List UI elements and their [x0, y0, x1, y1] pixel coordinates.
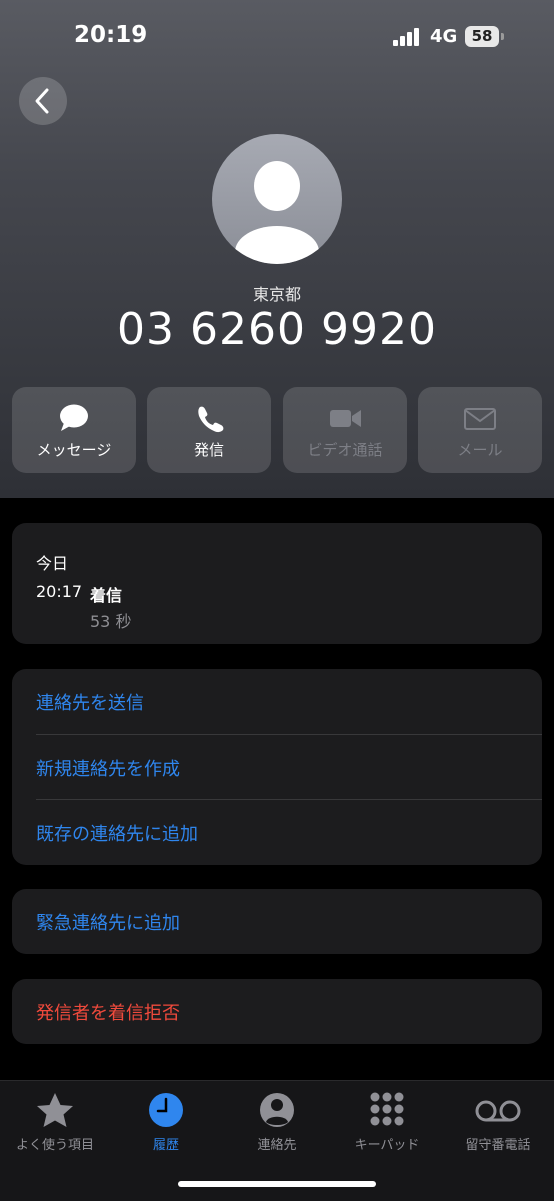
- tab-recents-label: 履歴: [152, 1138, 179, 1153]
- contact-options-card: 連絡先を送信 新規連絡先を作成 既存の連絡先に追加: [12, 669, 542, 865]
- home-indicator: [178, 1181, 376, 1187]
- caller-number: 03 6260 9920: [117, 304, 437, 355]
- battery-icon: 58: [465, 26, 499, 47]
- person-silhouette-icon: [235, 161, 319, 264]
- divider: [36, 734, 542, 735]
- message-button-label: メッセージ: [36, 441, 112, 459]
- battery-nub: [501, 33, 504, 40]
- add-emergency-contact-link[interactable]: 緊急連絡先に追加: [36, 909, 180, 935]
- history-date: 今日: [36, 554, 69, 573]
- voicemail-icon: [475, 1100, 521, 1122]
- message-bubble-icon: [60, 404, 88, 431]
- network-type: 4G: [430, 26, 458, 47]
- signal-strength-icon: [393, 28, 423, 46]
- call-button[interactable]: 発信: [147, 387, 271, 473]
- block-caller-card: 発信者を着信拒否: [12, 979, 542, 1044]
- caller-location: 東京都: [252, 285, 301, 304]
- tab-voicemail-label: 留守番電話: [465, 1138, 531, 1153]
- tab-keypad-label: キーパッド: [354, 1138, 420, 1153]
- video-camera-icon: [330, 410, 361, 427]
- star-icon: [37, 1093, 73, 1127]
- video-call-button[interactable]: ビデオ通話: [283, 387, 407, 473]
- tab-contacts-label: 連絡先: [257, 1138, 297, 1153]
- history-duration: 53 秒: [90, 612, 132, 631]
- tab-keypad[interactable]: キーパッド: [332, 1081, 442, 1161]
- person-circle-icon: [260, 1093, 294, 1127]
- call-button-label: 発信: [193, 441, 224, 459]
- tab-voicemail[interactable]: 留守番電話: [443, 1081, 553, 1161]
- clock-icon: [149, 1093, 183, 1127]
- video-call-button-label: ビデオ通話: [307, 441, 383, 459]
- caller-header: 20:19 4G 58 東京都 03 6260 9920 メッセージ 発信 ビデ…: [0, 0, 554, 498]
- tab-recents[interactable]: 履歴: [111, 1081, 221, 1161]
- tab-favorites[interactable]: よく使う項目: [0, 1081, 110, 1161]
- create-new-contact-link[interactable]: 新規連絡先を作成: [36, 755, 180, 781]
- call-history-card: 今日 20:17 着信 53 秒: [12, 523, 542, 644]
- emergency-contact-card: 緊急連絡先に追加: [12, 889, 542, 954]
- back-button[interactable]: [19, 77, 67, 125]
- mail-icon: [464, 408, 496, 430]
- block-caller-link[interactable]: 発信者を着信拒否: [36, 999, 180, 1025]
- phone-icon: [198, 406, 224, 433]
- share-contact-link[interactable]: 連絡先を送信: [36, 689, 144, 715]
- chevron-left-icon: [35, 88, 49, 114]
- message-button[interactable]: メッセージ: [12, 387, 136, 473]
- status-time: 20:19: [74, 22, 148, 48]
- keypad-icon: [370, 1092, 404, 1126]
- history-call-type: 着信: [90, 586, 123, 605]
- history-time: 20:17: [36, 582, 83, 601]
- add-to-existing-contact-link[interactable]: 既存の連絡先に追加: [36, 820, 198, 846]
- tab-contacts[interactable]: 連絡先: [222, 1081, 332, 1161]
- mail-button-label: メール: [457, 441, 503, 459]
- tab-favorites-label: よく使う項目: [15, 1138, 94, 1153]
- mail-button[interactable]: メール: [418, 387, 542, 473]
- divider: [36, 799, 542, 800]
- avatar: [212, 134, 342, 264]
